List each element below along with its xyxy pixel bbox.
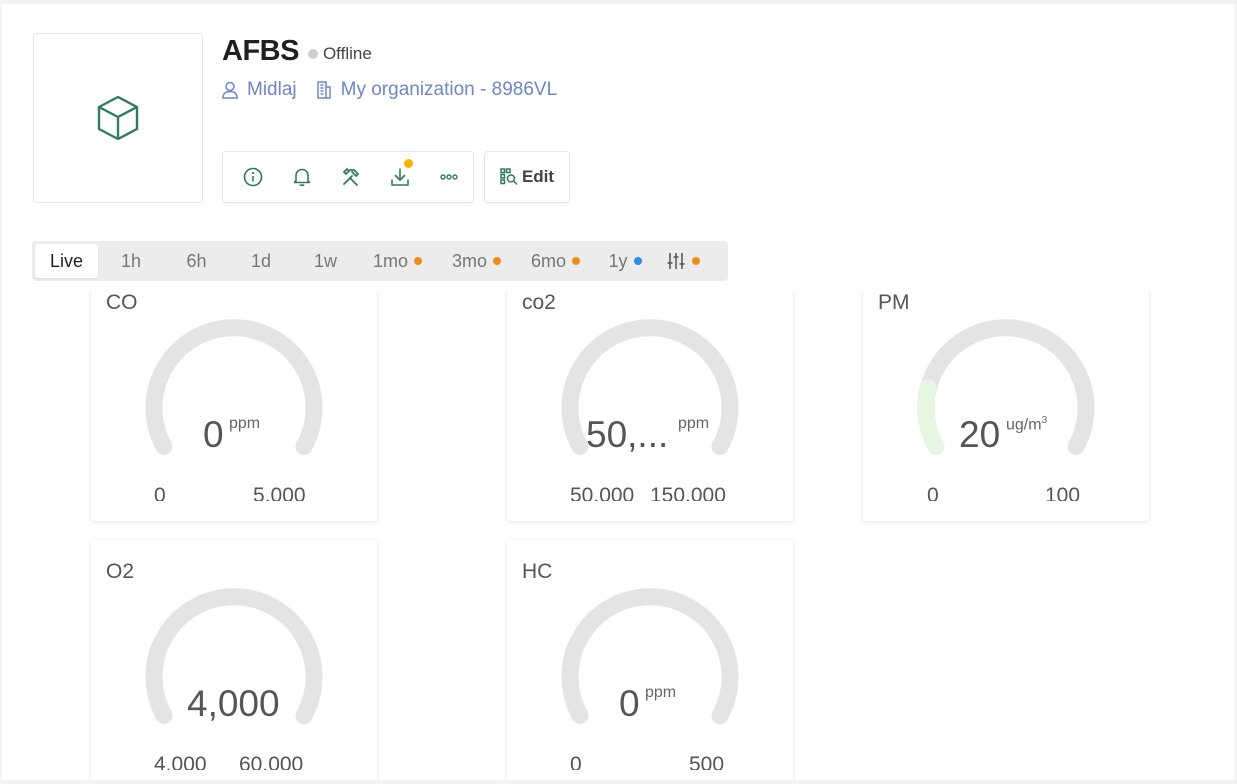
tab-1mo-dot: [414, 257, 422, 265]
gauge-value: 50,...: [586, 414, 669, 455]
maintenance-button[interactable]: [327, 157, 376, 197]
gauge-min: 0: [154, 484, 166, 501]
gauge-min: 0: [927, 484, 939, 501]
gauge-arc: [145, 588, 323, 724]
more-icon: [439, 174, 458, 180]
widget-pm[interactable]: PM 20 ug/m3 0 100: [863, 291, 1149, 521]
download-badge: [404, 159, 414, 168]
edit-label: Edit: [521, 167, 555, 186]
gauge-unit: ppm: [645, 684, 677, 701]
tab-3mo-dot: [493, 257, 501, 265]
tab-live[interactable]: Live: [35, 244, 98, 278]
gauge-max: 150,000: [650, 484, 726, 501]
tab-custom-dot: [691, 257, 700, 265]
gauge-fill: [917, 379, 945, 455]
gauge-arc: [917, 319, 1095, 455]
tab-custom-range[interactable]: [655, 244, 710, 278]
device-image: [33, 33, 203, 203]
widget-co2[interactable]: co2 50,... ppm 50,000 150,000: [507, 291, 793, 521]
status-badge: Offline: [322, 43, 372, 63]
gauge-arc: [561, 588, 739, 724]
device-dashboard: AFBS Offline Midlaj My organization - 89…: [2, 4, 1235, 780]
info-button[interactable]: [229, 157, 278, 197]
widget-o2[interactable]: O2 4,000 4,000 60,000: [91, 540, 377, 780]
gauge-value: 0: [203, 414, 224, 455]
download-icon: [390, 168, 409, 186]
device-title: AFBS: [222, 35, 299, 67]
gauge-min: 4,000: [154, 753, 207, 770]
organization-link[interactable]: My organization - 8986VL: [316, 79, 558, 101]
cube-icon: [97, 95, 139, 141]
gauge: 0 ppm 0 500: [507, 570, 793, 770]
tools-icon: [342, 167, 360, 186]
device-header: AFBS Offline: [222, 35, 372, 68]
gauge-max: 100: [1045, 484, 1081, 501]
device-actions-toolbar: [222, 151, 474, 203]
more-button[interactable]: [424, 157, 473, 197]
info-icon: [244, 167, 263, 187]
gauge: 4,000 4,000 60,000: [91, 570, 377, 770]
gauge-arc: [145, 319, 323, 455]
gauge-value: 4,000: [187, 683, 280, 724]
tab-6mo-dot: [572, 257, 580, 265]
edit-dashboard-button[interactable]: Edit: [484, 151, 570, 203]
tab-1y-dot: [633, 257, 642, 265]
gauge-max: 60,000: [239, 753, 304, 770]
tab-1mo[interactable]: 1mo: [358, 244, 437, 278]
gauge-unit: ug/m3: [1006, 415, 1048, 434]
gauge-max: 5,000: [253, 484, 306, 501]
bell-icon: [293, 168, 311, 187]
tab-6h[interactable]: 6h: [164, 244, 229, 278]
tab-1y[interactable]: 1y: [595, 244, 655, 278]
gauge: 50,... ppm 50,000 150,000: [507, 301, 793, 501]
gauge-value: 20: [959, 414, 1001, 455]
device-meta: Midlaj My organization - 8986VL: [222, 79, 557, 101]
owner-link[interactable]: Midlaj: [222, 79, 297, 101]
gauge-unit: ppm: [229, 415, 261, 432]
gauge-value: 0: [619, 683, 640, 724]
gauge: 20 ug/m3 0 100: [863, 301, 1149, 501]
gauge-arc: [561, 319, 739, 455]
gauge-min: 0: [570, 753, 582, 770]
widget-hc[interactable]: HC 0 ppm 0 500: [507, 540, 793, 780]
gauge-unit: ppm: [678, 415, 710, 432]
user-icon: [222, 81, 238, 99]
widgets-area: CO 0 ppm 0 5,000 co2 50,... ppm 50,000 1: [2, 291, 1235, 780]
gauge-min: 50,000: [570, 484, 635, 501]
building-icon: [316, 81, 331, 99]
tab-1w[interactable]: 1w: [293, 244, 358, 278]
organization-name: My organization - 8986VL: [340, 79, 558, 100]
sliders-icon: [667, 253, 684, 269]
tab-3mo[interactable]: 3mo: [437, 244, 516, 278]
status-dot: [307, 48, 318, 59]
gauge: 0 ppm 0 5,000: [91, 301, 377, 501]
notifications-button[interactable]: [278, 157, 327, 197]
tab-1h[interactable]: 1h: [98, 244, 164, 278]
tab-6mo[interactable]: 6mo: [516, 244, 595, 278]
edit-dashboard-icon: [500, 168, 518, 186]
time-range-tabs: Live 1h 6h 1d 1w 1mo 3mo 6mo 1y: [32, 241, 728, 281]
gauge-max: 500: [689, 753, 725, 770]
owner-name: Midlaj: [247, 79, 297, 100]
tab-1d[interactable]: 1d: [229, 244, 293, 278]
download-button[interactable]: [375, 157, 424, 197]
widget-co[interactable]: CO 0 ppm 0 5,000: [91, 291, 377, 521]
